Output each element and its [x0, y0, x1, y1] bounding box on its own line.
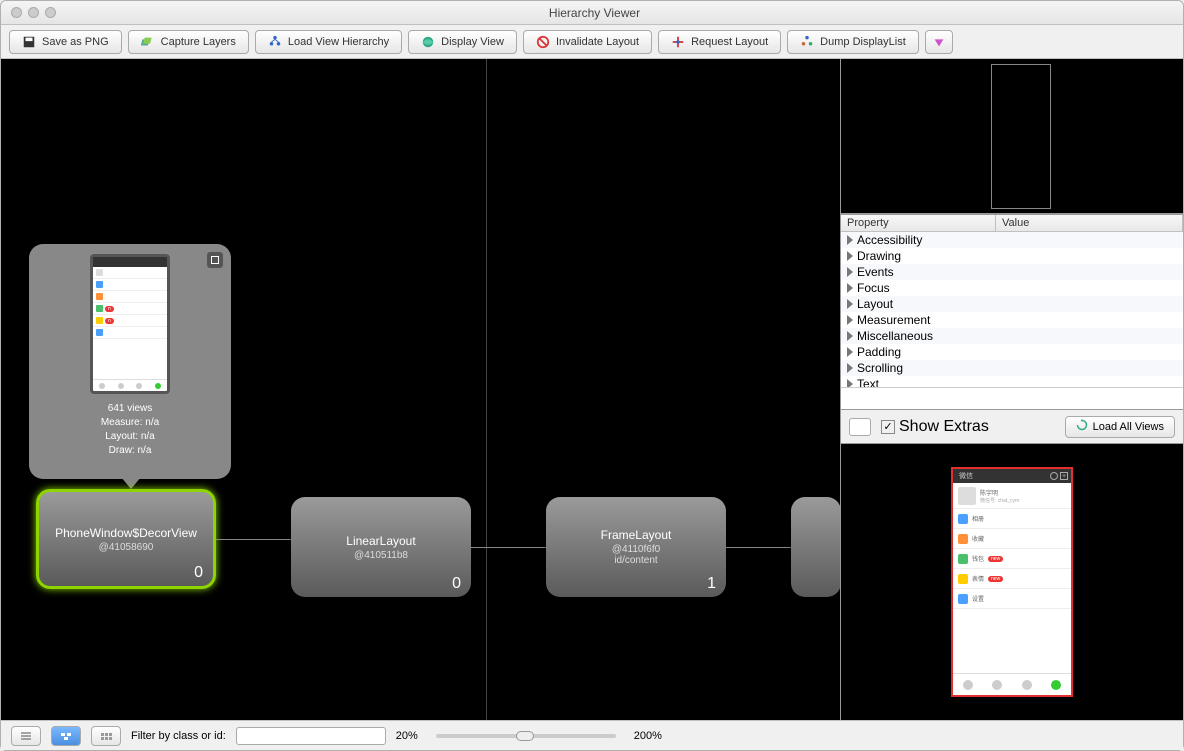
extra-button[interactable]: [925, 30, 953, 54]
view-mode-tree[interactable]: [51, 726, 81, 746]
expand-icon: [847, 283, 853, 293]
expand-icon: [847, 251, 853, 261]
preview-item: 钱包new: [953, 549, 1071, 569]
display-view-button[interactable]: Display View: [408, 30, 517, 54]
tooltip-expand-icon[interactable]: [207, 252, 223, 268]
hierarchy-icon: [268, 35, 282, 49]
preview-item: 设置: [953, 589, 1071, 609]
filter-label: Filter by class or id:: [131, 730, 226, 742]
expand-icon: [847, 299, 853, 309]
property-group[interactable]: Layout: [841, 296, 1183, 312]
dump-icon: [800, 35, 814, 49]
expand-icon: [847, 379, 853, 387]
checkbox-icon: ✓: [881, 420, 895, 434]
expand-icon: [847, 331, 853, 341]
zoom-icon[interactable]: [45, 7, 56, 18]
dump-displaylist-button[interactable]: Dump DisplayList: [787, 30, 919, 54]
request-layout-button[interactable]: Request Layout: [658, 30, 781, 54]
request-icon: [671, 35, 685, 49]
zoom-min: 20%: [396, 730, 418, 742]
node-count: 0: [194, 564, 203, 582]
node-title: FrameLayout: [601, 528, 672, 542]
close-icon[interactable]: [11, 7, 22, 18]
preview-item: 相册: [953, 509, 1071, 529]
node-linearlayout[interactable]: LinearLayout @410511b8 0: [291, 497, 471, 597]
preview-item: 收藏: [953, 529, 1071, 549]
view-mode-grid[interactable]: [91, 726, 121, 746]
property-group[interactable]: Text: [841, 376, 1183, 387]
window-title: Hierarchy Viewer: [56, 6, 1133, 20]
node-sub: id/content: [614, 555, 657, 566]
show-extras-checkbox[interactable]: ✓ Show Extras: [881, 418, 989, 436]
view-mode-list[interactable]: [11, 726, 41, 746]
expand-icon: [847, 267, 853, 277]
node-id: @4110f6f0: [612, 544, 660, 555]
property-group[interactable]: Padding: [841, 344, 1183, 360]
preview-item: 表情new: [953, 569, 1071, 589]
load-all-views-button[interactable]: Load All Views: [1065, 416, 1175, 438]
tooltip-layout: Layout: n/a: [39, 430, 221, 444]
node-tooltip: n n 641 views Measure: n/a Layout: n/a D…: [29, 244, 231, 479]
color-swatch[interactable]: [849, 418, 871, 436]
node-decorview[interactable]: PhoneWindow$DecorView @41058690 0: [36, 489, 216, 589]
header-property[interactable]: Property: [841, 215, 996, 231]
tooltip-preview: n n: [90, 254, 170, 394]
capture-layers-button[interactable]: Capture Layers: [128, 30, 249, 54]
zoom-slider[interactable]: [436, 734, 616, 738]
tooltip-measure: Measure: n/a: [39, 416, 221, 430]
tree-canvas[interactable]: n n 641 views Measure: n/a Layout: n/a D…: [1, 59, 840, 720]
save-png-button[interactable]: Save as PNG: [9, 30, 122, 54]
tooltip-draw: Draw: n/a: [39, 444, 221, 458]
minimize-icon[interactable]: [28, 7, 39, 18]
overview-outline: [991, 64, 1051, 209]
property-filter[interactable]: [841, 387, 1183, 409]
node-framelayout[interactable]: FrameLayout @4110f6f0 id/content 1: [546, 497, 726, 597]
property-group[interactable]: Measurement: [841, 312, 1183, 328]
gem-icon: [932, 35, 946, 49]
property-group[interactable]: Drawing: [841, 248, 1183, 264]
expand-icon: [847, 235, 853, 245]
header-value[interactable]: Value: [996, 215, 1183, 231]
load-hierarchy-button[interactable]: Load View Hierarchy: [255, 30, 402, 54]
node-title: PhoneWindow$DecorView: [55, 526, 197, 540]
node-title: LinearLayout: [346, 534, 415, 548]
globe-icon: [421, 35, 435, 49]
toolbar: Save as PNG Capture Layers Load View Hie…: [1, 25, 1183, 59]
invalidate-layout-button[interactable]: Invalidate Layout: [523, 30, 652, 54]
refresh-icon: [1076, 419, 1088, 434]
node-partial[interactable]: [791, 497, 840, 597]
device-preview[interactable]: 微信+ 陈宇明微信号: chat_cym 相册收藏钱包new表情new设置: [841, 444, 1183, 720]
invalidate-icon: [536, 35, 550, 49]
node-count: 0: [452, 575, 461, 593]
expand-icon: [847, 347, 853, 357]
properties-panel: Property Value AccessibilityDrawingEvent…: [841, 215, 1183, 410]
node-id: @410511b8: [354, 550, 408, 561]
expand-icon: [847, 315, 853, 325]
property-group[interactable]: Miscellaneous: [841, 328, 1183, 344]
tooltip-views: 641 views: [39, 402, 221, 416]
titlebar: Hierarchy Viewer: [1, 1, 1183, 25]
overview-panel[interactable]: [841, 59, 1183, 215]
save-icon: [22, 35, 36, 49]
zoom-max: 200%: [634, 730, 662, 742]
bottom-bar: Filter by class or id: 20% 200%: [1, 720, 1183, 750]
property-group[interactable]: Accessibility: [841, 232, 1183, 248]
property-group[interactable]: Events: [841, 264, 1183, 280]
node-count: 1: [707, 575, 716, 593]
property-group[interactable]: Focus: [841, 280, 1183, 296]
layers-icon: [141, 35, 155, 49]
panel-separator[interactable]: [486, 59, 487, 720]
property-group[interactable]: Scrolling: [841, 360, 1183, 376]
expand-icon: [847, 363, 853, 373]
node-id: @41058690: [99, 542, 154, 553]
filter-input[interactable]: [236, 727, 386, 745]
